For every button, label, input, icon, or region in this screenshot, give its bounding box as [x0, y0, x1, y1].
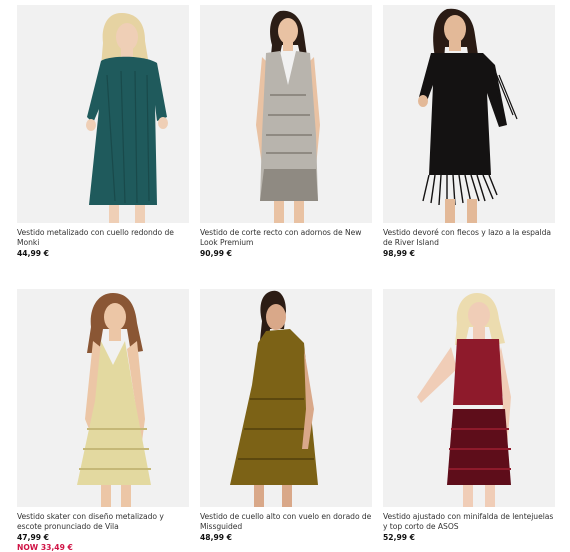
product-image[interactable] [17, 289, 189, 507]
product-image[interactable] [200, 5, 372, 223]
product-price: 44,99 € [17, 249, 49, 258]
product-price: 47,99 € [17, 533, 49, 542]
product-title[interactable]: Vestido skater con diseño metalizado y e… [17, 512, 189, 532]
product-card[interactable]: Vestido devoré con flecos y lazo a la es… [383, 5, 555, 259]
product-card[interactable]: Vestido skater con diseño metalizado y e… [17, 289, 189, 552]
product-card[interactable]: Vestido de cuello alto con vuelo en dora… [200, 289, 372, 543]
product-title[interactable]: Vestido ajustado con minifalda de lentej… [383, 512, 555, 532]
product-grid: Vestido metalizado con cuello redondo de… [0, 0, 570, 552]
product-price: 98,99 € [383, 249, 415, 258]
product-price: 90,99 € [200, 249, 232, 258]
product-image[interactable] [383, 289, 555, 507]
product-card[interactable]: Vestido de corte recto con adornos de Ne… [200, 5, 372, 259]
product-price: 52,99 € [383, 533, 415, 542]
product-image[interactable] [17, 5, 189, 223]
product-image[interactable] [200, 289, 372, 507]
product-title[interactable]: Vestido de cuello alto con vuelo en dora… [200, 512, 372, 532]
product-card[interactable]: Vestido metalizado con cuello redondo de… [17, 5, 189, 259]
product-title[interactable]: Vestido metalizado con cuello redondo de… [17, 228, 189, 248]
product-card[interactable]: Vestido ajustado con minifalda de lentej… [383, 289, 555, 543]
product-image[interactable] [383, 5, 555, 223]
product-price: 48,99 € [200, 533, 232, 542]
product-title[interactable]: Vestido de corte recto con adornos de Ne… [200, 228, 372, 248]
product-title[interactable]: Vestido devoré con flecos y lazo a la es… [383, 228, 555, 248]
